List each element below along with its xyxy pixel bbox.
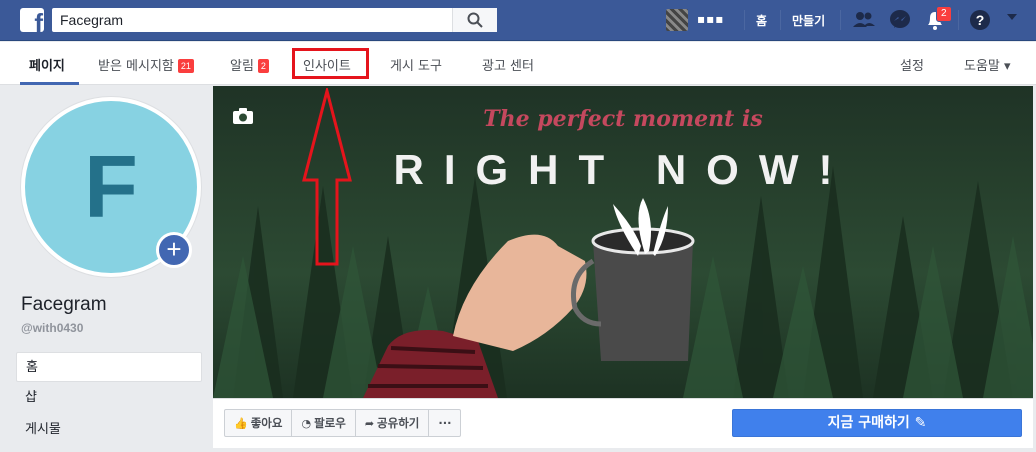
- messenger-icon[interactable]: [887, 8, 913, 32]
- search-input[interactable]: [52, 8, 452, 32]
- settings-link[interactable]: 설정: [900, 55, 924, 74]
- like-button[interactable]: 👍 좋아요: [225, 410, 293, 436]
- sidebar-item-home[interactable]: 홈: [16, 352, 202, 382]
- camera-icon[interactable]: [232, 107, 254, 125]
- search-box: [52, 8, 497, 32]
- tab-label: 알림: [230, 59, 254, 74]
- page-username[interactable]: @with0430: [21, 321, 83, 335]
- user-name-link[interactable]: ▪▪▪: [697, 12, 724, 26]
- friends-icon[interactable]: [851, 8, 877, 32]
- tab-ad-center[interactable]: 광고 센터: [482, 55, 534, 74]
- inbox-count-badge: 21: [177, 59, 194, 73]
- tab-inbox[interactable]: 받은 메시지함 21: [98, 55, 194, 74]
- facebook-logo-icon[interactable]: f: [20, 8, 44, 32]
- sidebar-item-posts[interactable]: 게시물: [16, 415, 202, 445]
- annotation-arrow: [302, 88, 352, 266]
- add-profile-picture-button[interactable]: +: [156, 232, 192, 268]
- user-avatar[interactable]: [666, 9, 688, 31]
- like-label: 좋아요: [250, 416, 283, 430]
- divider: [744, 10, 745, 30]
- tab-label: 게시 도구: [390, 59, 442, 74]
- action-button-group: 👍 좋아요 ◔ 팔로우 ➦ 공유하기 ···: [224, 409, 462, 437]
- home-link[interactable]: 홈: [756, 12, 767, 29]
- page-navigation: 페이지 받은 메시지함 21 알림 2 인사이트 게시 도구 광고 센터 설정 도움…: [0, 42, 1036, 85]
- more-button[interactable]: ···: [429, 410, 460, 436]
- thumbs-up-icon: 👍: [234, 417, 248, 430]
- tab-page[interactable]: 페이지: [29, 55, 65, 74]
- shop-now-button[interactable]: 지금 구매하기 ✎: [732, 409, 1022, 437]
- follow-label: 팔로우: [314, 416, 346, 430]
- rss-icon: ◔: [301, 417, 312, 430]
- divider: [840, 10, 841, 30]
- account-menu-arrow-icon[interactable]: [1007, 14, 1017, 20]
- search-button[interactable]: [452, 8, 497, 32]
- svg-text:?: ?: [976, 12, 985, 28]
- tab-label: 광고 센터: [482, 59, 534, 74]
- page-title[interactable]: Facegram: [21, 294, 107, 316]
- divider: [958, 10, 959, 30]
- top-navigation-bar: f ▪▪▪ 홈 만들기 2 ?: [0, 0, 1036, 41]
- tab-label: 페이지: [29, 59, 65, 74]
- active-tab-indicator: [20, 82, 79, 85]
- insights-highlight-box: [292, 48, 369, 79]
- share-button[interactable]: ➦ 공유하기: [356, 410, 430, 436]
- help-icon[interactable]: ?: [967, 8, 993, 32]
- tab-label: 받은 메시지함: [98, 59, 174, 74]
- help-menu[interactable]: 도움말 ▾: [964, 55, 1011, 74]
- tab-notifications[interactable]: 알림 2: [230, 55, 269, 74]
- follow-button[interactable]: ◔ 팔로우: [292, 410, 356, 436]
- notifications-count-badge: 2: [257, 59, 269, 73]
- share-arrow-icon: ➦: [364, 417, 375, 430]
- sidebar-item-shop[interactable]: 샵: [16, 383, 202, 413]
- page-action-bar: 👍 좋아요 ◔ 팔로우 ➦ 공유하기 ··· 지금 구매하기 ✎: [213, 398, 1033, 448]
- create-link[interactable]: 만들기: [792, 12, 825, 29]
- tab-publishing-tools[interactable]: 게시 도구: [390, 55, 442, 74]
- share-label: 공유하기: [377, 416, 420, 430]
- divider: [780, 10, 781, 30]
- search-icon: [467, 12, 483, 28]
- notifications-badge: 2: [936, 6, 952, 22]
